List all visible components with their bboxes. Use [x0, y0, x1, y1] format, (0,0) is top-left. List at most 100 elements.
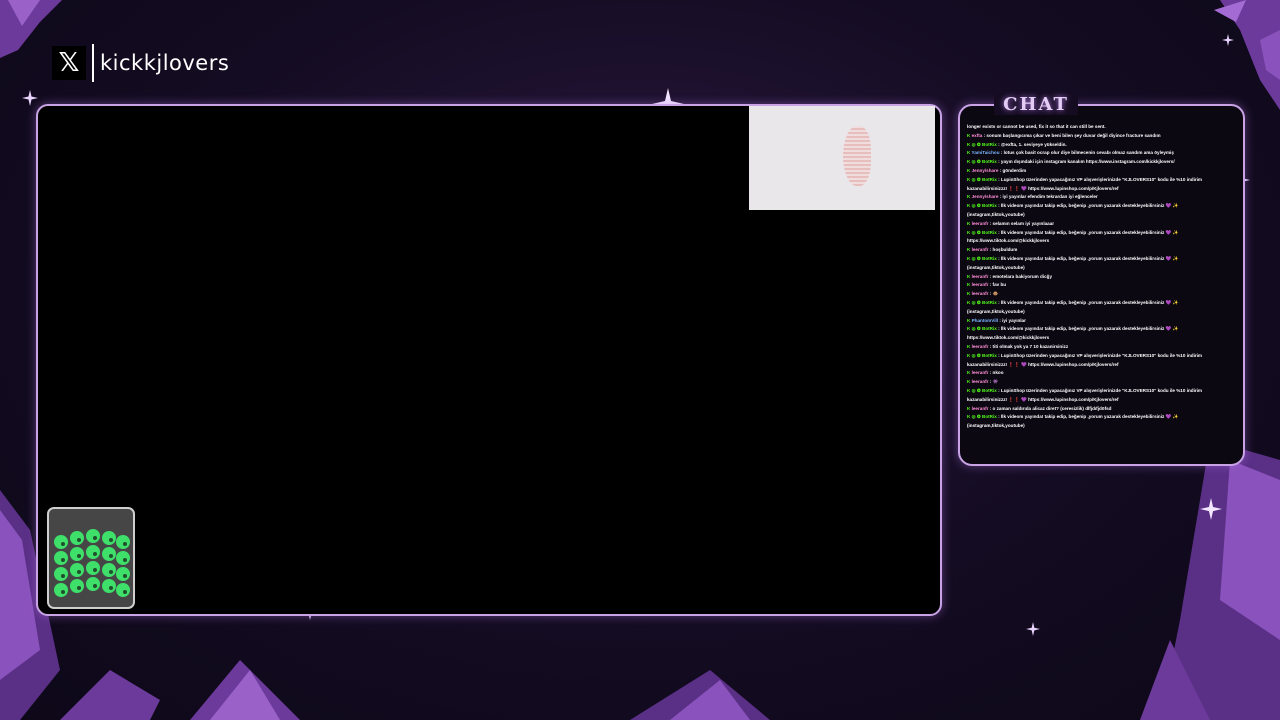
chat-username[interactable]: leeranfr: [972, 247, 989, 252]
chat-text: : İlk videom yayında! takip edip, beğeni…: [967, 326, 1179, 341]
chat-text: : emotelara bakiyorum dicğy: [988, 273, 1053, 279]
chat-username[interactable]: BotRix: [982, 388, 997, 393]
chat-username[interactable]: BotRix: [982, 300, 997, 305]
chat-username[interactable]: leeranfr: [972, 282, 989, 287]
chat-username[interactable]: leeranfr: [972, 379, 989, 384]
chat-username[interactable]: Jenny/share: [972, 168, 999, 173]
chat-username[interactable]: BotRix: [982, 177, 997, 182]
chat-text: : iyi yayınlar: [998, 317, 1026, 323]
chat-text: : LupinShop üzerinden yapacağınız VP alı…: [967, 352, 1203, 367]
tip-jar-icon: [47, 507, 135, 609]
webcam-overlay: [749, 106, 935, 210]
sparkle-icon: [1222, 34, 1234, 46]
chat-message: K leeranfr : hoşbuldum: [967, 246, 1235, 255]
chat-badges: K ◎ ❂: [967, 203, 983, 209]
chat-text: : İlk videom yayında! takip edip, beğeni…: [967, 255, 1179, 270]
channel-name: kickkjlovers: [100, 51, 230, 75]
chat-text: : İlk videom yayında! takip edip, beğeni…: [967, 203, 1179, 217]
chat-text: : gönderdim: [998, 167, 1027, 173]
chat-message: K ◎ ❂ BotRix : İlk videom yayında! takip…: [967, 299, 1235, 317]
chat-username[interactable]: BotRix: [982, 230, 997, 235]
webcam-subject: [843, 126, 871, 186]
chat-username[interactable]: leeranfr: [972, 291, 989, 296]
chat-message: K PhantomVill : iyi yayınlar: [967, 317, 1235, 326]
chat-text: : LupinShop üzerinden yapacağınız VP alı…: [967, 176, 1203, 191]
chat-text: : @exfta, 1. seviyeye yükseldin.: [996, 141, 1067, 147]
sparkle-icon: [1200, 498, 1222, 520]
chat-text: : yayın dışındaki için instagram kanalım…: [996, 159, 1175, 165]
chat-badges: K ◎ ❂: [967, 229, 983, 235]
chat-text: : o zaman saldırıda alicaz diret? (ceres…: [988, 405, 1112, 411]
chat-username[interactable]: BotRix: [982, 256, 997, 261]
chat-username[interactable]: leeranfr: [972, 274, 989, 279]
chat-text: : sonum başlangıcıma çıkar ve beni bilen…: [982, 132, 1161, 138]
chat-badges: K ◎ ❂: [967, 176, 983, 182]
chat-badges: K ◎ ❂: [967, 255, 983, 261]
chat-text: : İlk videom yayında! takip edip, beğeni…: [967, 299, 1179, 314]
chat-message: K leeranfr : 🐵: [967, 290, 1235, 299]
chat-message: K Jenny/share : iyi yayınlar efendim tek…: [967, 193, 1235, 202]
chat-message: K ◎ ❂ BotRix : yayın dışındaki için inst…: [967, 158, 1235, 167]
chat-username[interactable]: BotRix: [982, 353, 997, 358]
chat-text: : LupinShop üzerinden yapacağınız VP alı…: [967, 387, 1203, 402]
chat-text: : nkoo: [988, 370, 1004, 376]
chat-username[interactable]: leeranfr: [972, 406, 989, 411]
chat-message: K ◎ ❂ BotRix : LupinShop üzerinden yapac…: [967, 176, 1235, 194]
crystal-decoration-bottom-right: [1140, 440, 1280, 720]
chat-text: : lotus çok basit ocrap olur diye bilmec…: [999, 150, 1174, 156]
chat-badges: K ◎ ❂: [967, 387, 983, 393]
chat-username[interactable]: PhantomVill: [972, 318, 998, 323]
chat-text: longer exists or cannot be used, fix it …: [967, 124, 1106, 129]
chat-username[interactable]: exfta: [972, 133, 983, 138]
chat-text: : titi olmak yok ya 7 10 kazanirsinizz: [988, 343, 1069, 349]
chat-message: K ◎ ❂ BotRix : LupinShop üzerinden yapac…: [967, 352, 1235, 370]
chat-username[interactable]: BotRix: [982, 414, 997, 419]
chat-message: K leeranfr : 👾: [967, 378, 1235, 387]
chat-text: : 👾: [988, 379, 999, 385]
chat-message: K leeranfr : o zaman saldırıda alicaz di…: [967, 405, 1235, 414]
chat-text: : İlk videom yayında! takip edip, beğeni…: [967, 414, 1179, 429]
chat-badges: K ◎ ❂: [967, 352, 983, 358]
chat-message: K ◎ ❂ BotRix : İlk videom yayında! takip…: [967, 255, 1235, 273]
chat-username[interactable]: Jenny/share: [972, 194, 999, 199]
chat-username[interactable]: leeranfr: [972, 221, 989, 226]
chat-username[interactable]: BotRix: [982, 326, 997, 331]
chat-badges: K ◎ ❂: [967, 299, 983, 305]
chat-badges: K ◎ ❂: [967, 159, 983, 165]
x-logo-icon: 𝕏: [52, 46, 86, 80]
chat-message: K ◎ ❂ BotRix : İlk videom yayında! takip…: [967, 413, 1235, 431]
chat-message: K leeranfr : nkoo: [967, 369, 1235, 378]
chat-message: K leeranfr : titi olmak yok ya 7 10 kaza…: [967, 343, 1235, 352]
crystal-decoration-bottom-center: [190, 660, 770, 720]
chat-title: CHAT: [994, 94, 1078, 115]
chat-message: K ◎ ❂ BotRix : @exfta, 1. seviyeye yükse…: [967, 141, 1235, 150]
chat-text: : iyi yayınlar efendim tekrardan iyi eğl…: [998, 194, 1098, 200]
sparkle-icon: [22, 90, 38, 106]
chat-badges: K ◎ ❂: [967, 141, 983, 147]
chat-message: K exfta : sonum başlangıcıma çıkar ve be…: [967, 132, 1235, 141]
chat-message: K YamiTaichou : lotus çok basit ocrap ol…: [967, 149, 1235, 158]
chat-username[interactable]: leeranfr: [972, 370, 989, 375]
chat-text: : selamın selam iyi yayınlaaar: [988, 220, 1055, 226]
channel-brand: 𝕏 kickkjlovers: [52, 44, 229, 82]
crystal-decoration-top-right: [1214, 0, 1280, 110]
chat-text: : İlk videom yayında! takip edip, beğeni…: [967, 229, 1179, 244]
chat-text: : fav bu: [988, 282, 1007, 288]
chat-message: K leeranfr : selamın selam iyi yayınlaaa…: [967, 220, 1235, 229]
chat-message: longer exists or cannot be used, fix it …: [967, 123, 1235, 132]
chat-username[interactable]: BotRix: [982, 142, 997, 147]
chat-message: K leeranfr : emotelara bakiyorum dicğy: [967, 273, 1235, 282]
chat-message-list[interactable]: longer exists or cannot be used, fix it …: [967, 123, 1235, 457]
chat-message: K ◎ ❂ BotRix : İlk videom yayında! takip…: [967, 229, 1235, 247]
chat-username[interactable]: leeranfr: [972, 344, 989, 349]
chat-username[interactable]: BotRix: [982, 203, 997, 208]
chat-username[interactable]: YamiTaichou: [972, 150, 1000, 155]
chat-message: K ◎ ❂ BotRix : LupinShop üzerinden yapac…: [967, 387, 1235, 405]
chat-text: : 🐵: [988, 291, 999, 297]
chat-message: K leeranfr : fav bu: [967, 281, 1235, 290]
chat-username[interactable]: BotRix: [982, 159, 997, 164]
chat-badges: K ◎ ❂: [967, 414, 983, 420]
sparkle-icon: [1026, 622, 1040, 636]
chat-message: K Jenny/share : gönderdim: [967, 167, 1235, 176]
chat-message: K ◎ ❂ BotRix : İlk videom yayında! takip…: [967, 325, 1235, 343]
